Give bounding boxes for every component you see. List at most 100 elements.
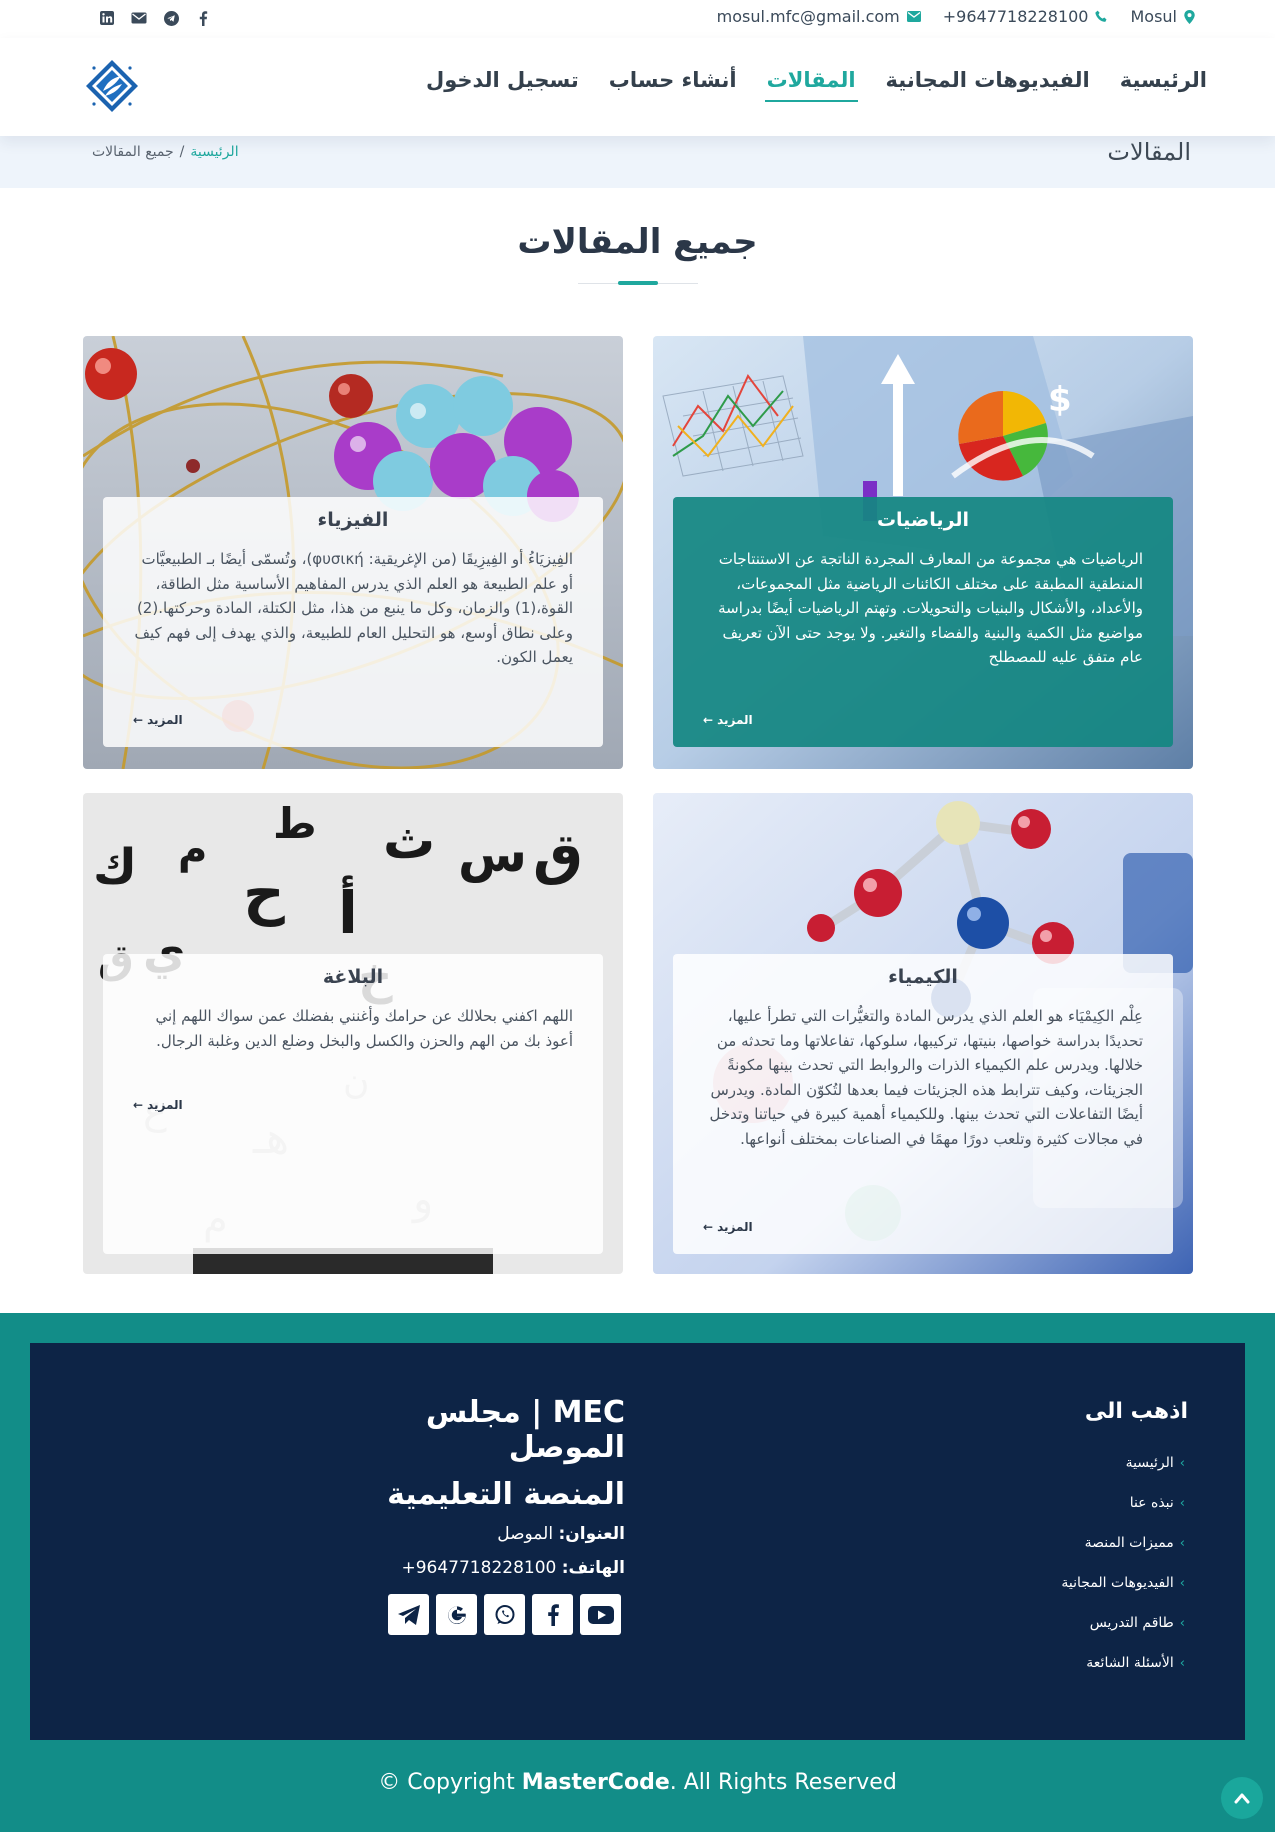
chevron-right-icon: ›: [1179, 1455, 1185, 1471]
footer-link-home[interactable]: › الرئيسية: [1061, 1443, 1185, 1483]
copyright-prefix: © Copyright: [378, 1770, 522, 1795]
section-title: جميع المقالات: [517, 222, 758, 262]
main-nav: الرئيسية الفيديوهات المجانية المقالات أن…: [424, 68, 1209, 102]
card-text: الفِيزيَاءُ أو الفِيزِيقَا (من الإغريقية…: [134, 550, 573, 666]
contact-email[interactable]: mosul.mfc@gmail.com: [717, 7, 921, 26]
footer-link-label: الأسئلة الشائعة: [1086, 1655, 1174, 1671]
phone-label: الهاتف:: [561, 1558, 625, 1578]
svg-text:ث: ث: [383, 811, 435, 871]
address-label: العنوان:: [558, 1524, 625, 1544]
card-title: الفيزياء: [317, 509, 389, 531]
read-more-label: المزيد: [717, 713, 753, 727]
footer-link-features[interactable]: › مميزات المنصة: [1061, 1523, 1185, 1563]
article-card-rhetoric[interactable]: ق س ث أ ح ط م ك خ ي ق ع هـ ن و م البلاغة…: [83, 793, 623, 1274]
footer-link-label: الفيديوهات المجانية: [1061, 1575, 1174, 1591]
card-body: الفيزياء الفِيزيَاءُ أو الفِيزِيقَا (من …: [103, 497, 603, 747]
top-social-links: [98, 9, 212, 27]
phone-text: +9647718228100: [942, 7, 1089, 26]
facebook-icon[interactable]: [194, 9, 212, 27]
telegram-icon[interactable]: [388, 1594, 429, 1635]
footer-brand: MEC | مجلس الموصل المنصة التعليمية العنو…: [300, 1395, 625, 1592]
read-more-link[interactable]: المزيد ←: [703, 713, 753, 727]
footer-links-title: اذهب الى: [1084, 1399, 1188, 1424]
chevron-right-icon: ›: [1179, 1575, 1185, 1591]
nav-free-videos[interactable]: الفيديوهات المجانية: [884, 68, 1092, 102]
card-title: الرياضيات: [876, 509, 970, 531]
email-text: mosul.mfc@gmail.com: [716, 7, 900, 26]
article-card-math[interactable]: $ الرياضيات الرياضيات هي مجموعة من المعا…: [653, 336, 1193, 769]
footer-social-links: [388, 1594, 621, 1635]
arrow-left-icon: ←: [703, 713, 714, 727]
breadcrumb-separator: /: [179, 144, 185, 160]
chevron-right-icon: ›: [1179, 1495, 1185, 1511]
copyright-suffix: . All Rights Reserved: [669, 1770, 897, 1795]
arrow-left-icon: ←: [133, 1098, 144, 1112]
back-to-top-button[interactable]: [1221, 1777, 1263, 1819]
footer-brand-name: MEC | مجلس الموصل: [425, 1395, 625, 1465]
contact-phone[interactable]: +9647718228100: [943, 7, 1109, 26]
footer-link-free-videos[interactable]: › الفيديوهات المجانية: [1061, 1563, 1185, 1603]
site-logo[interactable]: [84, 58, 140, 114]
whatsapp-icon[interactable]: [484, 1594, 525, 1635]
breadcrumb-strip: المقالات الرئيسية / جميع المقالات: [0, 136, 1275, 188]
telegram-icon[interactable]: [162, 9, 180, 27]
card-text: اللهم اكفني بحلالك عن حرامك وأغنني بفضلك…: [155, 1007, 573, 1050]
article-card-physics[interactable]: الفيزياء الفِيزيَاءُ أو الفِيزِيقَا (من …: [83, 336, 623, 769]
main-header: الرئيسية الفيديوهات المجانية المقالات أن…: [0, 38, 1275, 136]
read-more-link[interactable]: المزيد ←: [133, 1098, 183, 1112]
footer-address: العنوان: الموصل: [300, 1524, 625, 1544]
breadcrumb-home[interactable]: الرئيسية: [190, 144, 238, 160]
read-more-label: المزيد: [147, 713, 183, 727]
footer-links: › الرئيسية › نبذه عنا › مميزات المنصة › الفي…: [1061, 1443, 1185, 1683]
footer-link-about[interactable]: › نبذه عنا: [1061, 1483, 1185, 1523]
footer-link-teachers[interactable]: › طاقم التدريس: [1061, 1603, 1185, 1643]
top-contact-info: mosul.mfc@gmail.com +9647718228100 Mosul: [717, 7, 1195, 26]
youtube-icon[interactable]: [580, 1594, 621, 1635]
card-body: البلاغة اللهم اكفني بحلالك عن حرامك وأغن…: [103, 954, 603, 1254]
google-icon[interactable]: [436, 1594, 477, 1635]
card-body: الرياضيات الرياضيات هي مجموعة من المعارف…: [673, 497, 1173, 747]
contact-location: Mosul: [1130, 7, 1195, 26]
footer-brand-subtitle: المنصة التعليمية: [387, 1477, 625, 1512]
footer-phone: الهاتف: +9647718228100: [300, 1558, 625, 1578]
arrow-left-icon: ←: [703, 1220, 714, 1234]
read-more-link[interactable]: المزيد ←: [703, 1220, 753, 1234]
site-footer: اذهب الى › الرئيسية › نبذه عنا › مميزات الم…: [0, 1313, 1275, 1832]
svg-text:$: $: [1048, 380, 1072, 420]
breadcrumb-current: جميع المقالات: [92, 144, 174, 160]
svg-text:ح: ح: [243, 859, 285, 927]
article-card-chemistry[interactable]: الكيمياء عِلْم الكِيمْيَاء هو العلم الذي…: [653, 793, 1193, 1274]
chevron-right-icon: ›: [1179, 1615, 1185, 1631]
footer-link-faq[interactable]: › الأسئلة الشائعة: [1061, 1643, 1185, 1683]
page-title: المقالات: [1107, 138, 1191, 166]
copyright-brand-link[interactable]: MasterCode: [522, 1770, 670, 1795]
card-title: الكيمياء: [888, 966, 958, 988]
copyright: © Copyright MasterCode. All Rights Reser…: [0, 1770, 1275, 1795]
footer-link-label: الرئيسية: [1125, 1455, 1174, 1471]
linkedin-icon[interactable]: [98, 9, 116, 27]
footer-panel: اذهب الى › الرئيسية › نبذه عنا › مميزات الم…: [30, 1343, 1245, 1740]
footer-link-label: طاقم التدريس: [1089, 1615, 1174, 1631]
location-text: Mosul: [1130, 7, 1177, 26]
svg-text:أ: أ: [338, 875, 358, 947]
nav-login[interactable]: تسجيل الدخول: [424, 68, 581, 102]
svg-text:ق: ق: [533, 822, 583, 887]
chevron-right-icon: ›: [1179, 1535, 1185, 1551]
svg-text:ط: ط: [273, 799, 317, 848]
top-bar: mosul.mfc@gmail.com +9647718228100 Mosul: [0, 0, 1275, 38]
svg-text:ك: ك: [93, 839, 137, 895]
nav-home[interactable]: الرئيسية: [1118, 68, 1209, 102]
nav-articles[interactable]: المقالات: [764, 68, 858, 102]
facebook-icon[interactable]: [532, 1594, 573, 1635]
card-body: الكيمياء عِلْم الكِيمْيَاء هو العلم الذي…: [673, 954, 1173, 1254]
mail-icon[interactable]: [130, 9, 148, 27]
envelope-icon: [906, 11, 921, 22]
address-value: الموصل: [497, 1524, 554, 1544]
nav-create-account[interactable]: أنشاء حساب: [607, 68, 739, 102]
phone-icon: [1095, 10, 1107, 22]
read-more-link[interactable]: المزيد ←: [133, 713, 183, 727]
svg-text:س: س: [458, 825, 527, 883]
arrow-left-icon: ←: [133, 713, 144, 727]
footer-link-label: مميزات المنصة: [1084, 1535, 1174, 1551]
read-more-label: المزيد: [717, 1220, 753, 1234]
